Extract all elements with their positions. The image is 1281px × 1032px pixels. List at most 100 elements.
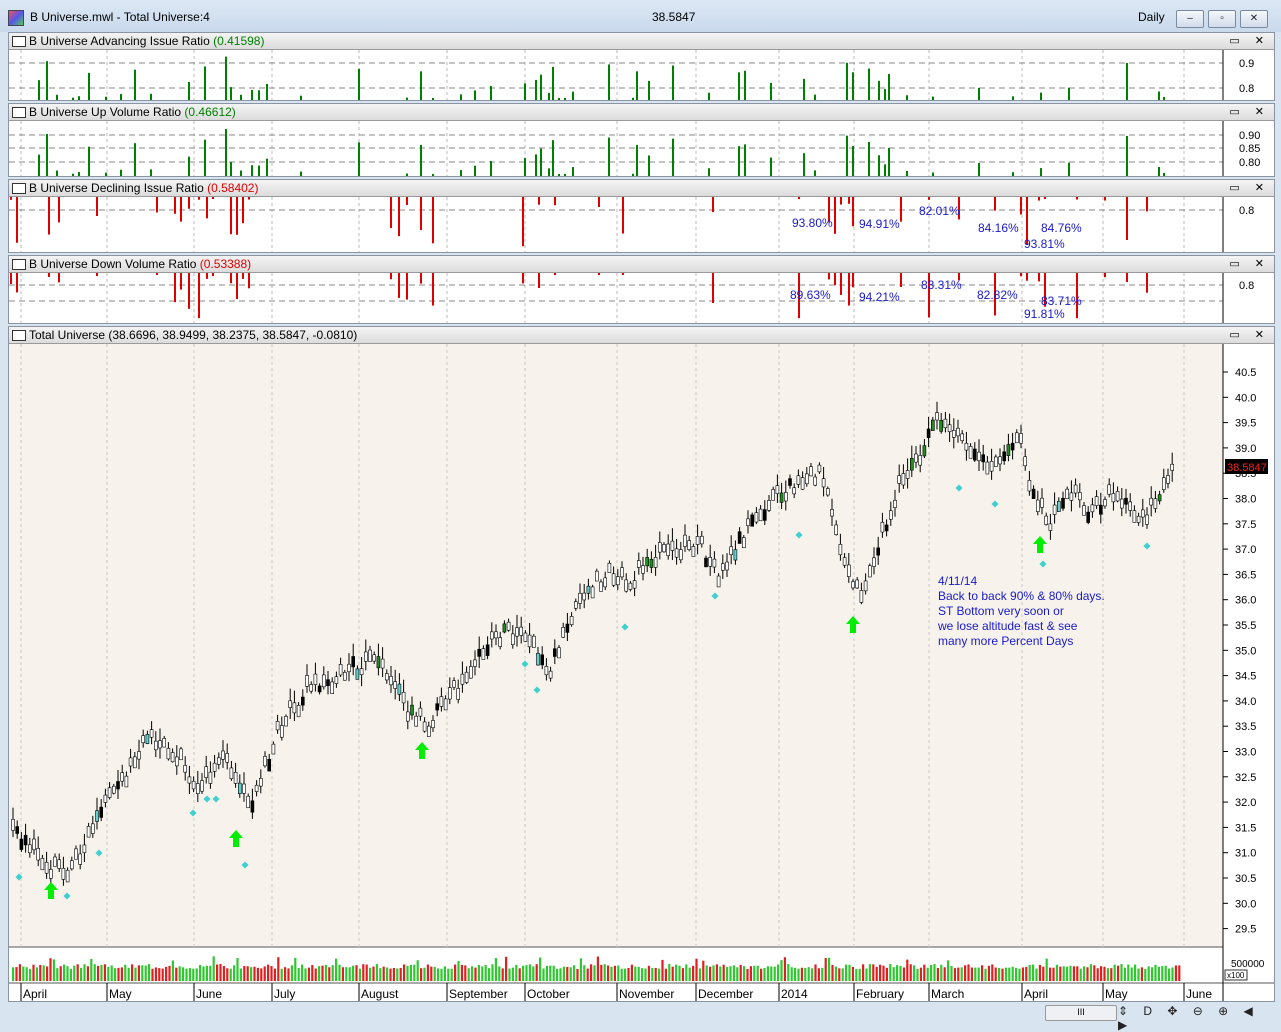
- chart-nav-icons[interactable]: ⇕ D ✥ ⊖ ⊕ ◀ ▶: [1118, 1004, 1281, 1032]
- volume-bar: [1032, 964, 1035, 981]
- volume-bar: [508, 968, 511, 981]
- volume-bar: [481, 966, 484, 981]
- month-label: April: [1024, 987, 1048, 1001]
- candle-body: [939, 420, 944, 432]
- note-line: ST Bottom very soon or: [938, 604, 1064, 618]
- pane-title: B Universe Advancing Issue Ratio: [29, 34, 210, 48]
- candle-body: [624, 579, 629, 592]
- volume-bar: [1120, 964, 1123, 981]
- candle-body: [300, 696, 305, 706]
- volume-bar: [239, 968, 242, 981]
- candle-body: [905, 470, 910, 479]
- pane-buttons[interactable]: ▭ ✕: [1229, 257, 1270, 270]
- volume-bar: [964, 965, 967, 981]
- note-line: 4/11/14: [938, 574, 977, 588]
- candle-body: [977, 451, 981, 461]
- candle-body: [960, 433, 965, 441]
- pane-buttons[interactable]: ▭ ✕: [1229, 328, 1270, 341]
- volume-bar: [253, 966, 256, 981]
- minimize-button[interactable]: –: [1176, 10, 1204, 28]
- candle-body: [225, 753, 229, 763]
- volume-bar: [100, 964, 103, 981]
- volume-bar: [321, 965, 324, 981]
- candle-body: [645, 557, 650, 567]
- pane-buttons[interactable]: ▭ ✕: [1229, 105, 1270, 118]
- volume-bar: [814, 964, 817, 981]
- candle-body: [821, 478, 826, 488]
- volume-bar: [1127, 964, 1130, 981]
- candle-body: [691, 546, 696, 557]
- candle-body: [1044, 515, 1048, 525]
- candle-body: [758, 508, 763, 522]
- volume-bar: [654, 967, 657, 981]
- volume-bar: [681, 968, 684, 981]
- volume-bar: [688, 967, 691, 981]
- volume-bar: [552, 965, 555, 981]
- volume-bar: [59, 966, 62, 981]
- volume-bar: [171, 960, 174, 981]
- volume-bar: [498, 966, 501, 981]
- volume-bar: [66, 966, 69, 981]
- volume-bar: [216, 964, 219, 981]
- volume-bar: [219, 964, 222, 981]
- volume-bar: [52, 959, 55, 981]
- month-label: December: [698, 987, 753, 1001]
- volume-bar: [355, 965, 358, 981]
- volume-bar: [515, 964, 518, 981]
- candle-body: [468, 666, 473, 679]
- candle-body: [456, 688, 461, 700]
- candle-body: [590, 586, 595, 599]
- volume-bar: [953, 968, 956, 981]
- horizontal-scrollbar[interactable]: III: [1045, 1005, 1117, 1021]
- candle-body: [233, 772, 238, 784]
- close-button[interactable]: ✕: [1240, 10, 1268, 28]
- volume-bar: [1028, 964, 1031, 981]
- volume-bar: [345, 967, 348, 981]
- volume-bar: [1004, 967, 1007, 981]
- candle-body: [561, 627, 566, 638]
- volume-bar: [1086, 967, 1089, 981]
- price-chart[interactable]: 40.540.039.539.038.538.037.537.036.536.0…: [9, 344, 1274, 1001]
- candle-body: [859, 590, 864, 603]
- volume-bar: [505, 956, 508, 981]
- pane-value: (0.58402): [207, 181, 259, 195]
- candle-body: [594, 570, 599, 582]
- candle-body: [653, 557, 658, 568]
- candle-body: [137, 751, 141, 760]
- pane-buttons[interactable]: ▭ ✕: [1229, 181, 1270, 194]
- pct-label: 94.91%: [859, 217, 900, 231]
- month-label: March: [931, 987, 964, 1001]
- volume-bar: [1144, 968, 1147, 981]
- volume-bar: [1072, 966, 1075, 981]
- candle-body: [1052, 504, 1057, 515]
- candle-body: [641, 565, 645, 574]
- candle-body: [1065, 488, 1069, 499]
- candle-body: [968, 446, 973, 459]
- volume-bar: [525, 965, 528, 981]
- candle-body: [464, 671, 469, 683]
- candle-body: [107, 787, 112, 798]
- volume-bar: [93, 964, 96, 981]
- maximize-button[interactable]: ▫: [1208, 10, 1236, 28]
- axis-label: 35.0: [1235, 645, 1256, 657]
- candle-body: [338, 664, 343, 676]
- month-label: June: [1186, 987, 1212, 1001]
- candle-body: [552, 648, 557, 657]
- candle-body: [750, 514, 755, 527]
- candle-body: [586, 585, 591, 594]
- candle-body: [565, 623, 570, 633]
- candle-body: [166, 748, 171, 760]
- candle-body: [712, 558, 717, 568]
- volume-bar: [1045, 958, 1048, 981]
- volume-bar: [437, 968, 440, 981]
- volume-bar: [29, 968, 32, 981]
- volume-bar: [185, 968, 188, 981]
- period-label[interactable]: Daily: [1138, 10, 1165, 24]
- volume-bar: [865, 968, 868, 981]
- candle-body: [271, 743, 276, 755]
- volume-bar: [471, 966, 474, 981]
- pane-buttons[interactable]: ▭ ✕: [1229, 34, 1270, 47]
- candle-body: [943, 418, 948, 429]
- candle-body: [506, 621, 511, 631]
- volume-bar: [977, 967, 980, 981]
